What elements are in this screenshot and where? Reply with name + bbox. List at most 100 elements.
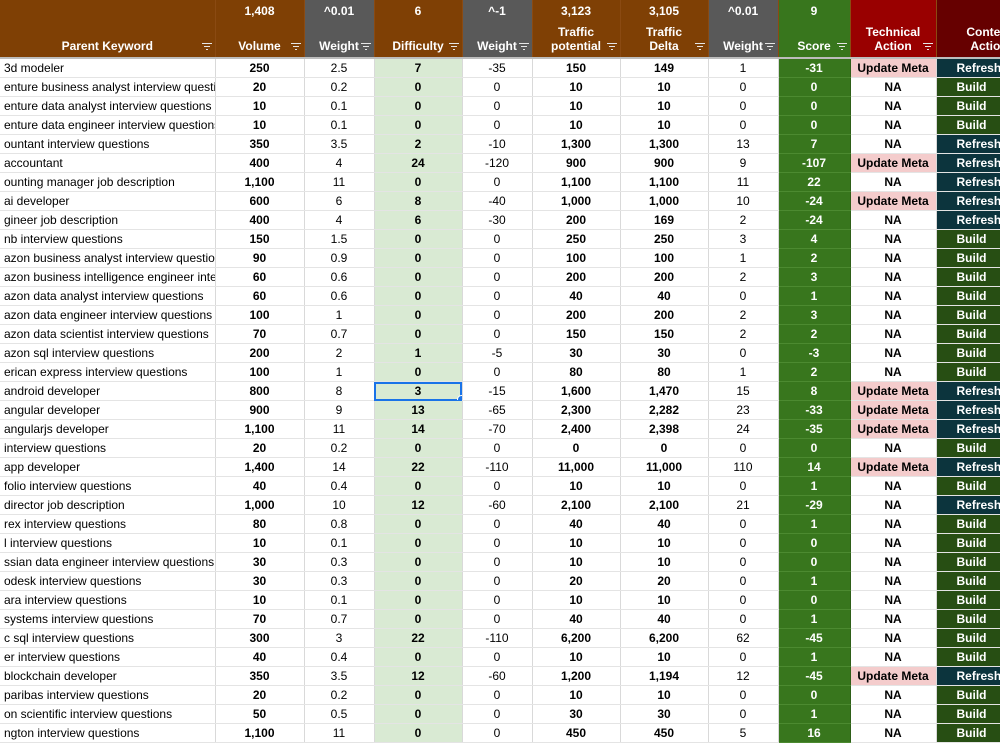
cell-content-action[interactable]: Refresh — [936, 495, 1000, 515]
cell-traffic-delta[interactable]: 10 — [620, 115, 709, 135]
cell-traffic-delta[interactable]: 30 — [620, 704, 709, 724]
cell-content-action[interactable]: Refresh — [936, 457, 1000, 477]
cell-weight[interactable]: 0 — [708, 571, 779, 591]
cell-score[interactable]: 8 — [778, 381, 851, 401]
cell-traffic-delta[interactable]: 40 — [620, 514, 709, 534]
cell-content-action[interactable]: Build — [936, 704, 1000, 724]
summary-cell[interactable]: 6 — [374, 0, 463, 21]
cell-weight[interactable]: 0 — [708, 685, 779, 705]
cell-parent-keyword[interactable]: ssian data engineer interview questions — [0, 552, 216, 572]
cell-volume[interactable]: 60 — [215, 286, 305, 306]
cell-content-action[interactable]: Refresh — [936, 191, 1000, 211]
cell-content-action[interactable]: Refresh — [936, 153, 1000, 173]
cell-difficulty[interactable]: 0 — [374, 723, 463, 743]
filter-icon[interactable] — [694, 43, 705, 51]
cell-weight[interactable]: 0 — [462, 286, 533, 306]
cell-technical-action[interactable]: Update Meta — [850, 191, 937, 211]
cell-parent-keyword[interactable]: 3d modeler — [0, 57, 216, 78]
cell-weight[interactable]: 3.5 — [304, 134, 375, 154]
cell-traffic-delta[interactable]: 450 — [620, 723, 709, 743]
cell-weight[interactable]: 11 — [304, 723, 375, 743]
column-header-score[interactable]: Score — [778, 21, 851, 58]
cell-traffic-potential[interactable]: 450 — [532, 723, 621, 743]
cell-traffic-potential[interactable]: 11,000 — [532, 457, 621, 477]
cell-weight[interactable]: 0 — [462, 172, 533, 192]
cell-weight[interactable]: 0 — [462, 324, 533, 344]
cell-weight[interactable]: 0 — [462, 438, 533, 458]
cell-weight[interactable]: 0 — [462, 96, 533, 116]
cell-weight[interactable]: 110 — [708, 457, 779, 477]
cell-weight[interactable]: 0.1 — [304, 590, 375, 610]
cell-parent-keyword[interactable]: enture business analyst interview questi… — [0, 77, 216, 97]
cell-traffic-potential[interactable]: 0 — [532, 438, 621, 458]
cell-traffic-potential[interactable]: 2,300 — [532, 400, 621, 420]
cell-parent-keyword[interactable]: director job description — [0, 495, 216, 515]
cell-traffic-potential[interactable]: 200 — [532, 210, 621, 230]
cell-parent-keyword[interactable]: ounting manager job description — [0, 172, 216, 192]
cell-content-action[interactable]: Build — [936, 77, 1000, 97]
cell-weight[interactable]: 2 — [708, 324, 779, 344]
cell-score[interactable]: 0 — [778, 438, 851, 458]
cell-difficulty[interactable]: 0 — [374, 324, 463, 344]
cell-weight[interactable]: 0 — [462, 267, 533, 287]
cell-weight[interactable]: 0 — [462, 552, 533, 572]
filter-icon[interactable] — [360, 43, 371, 51]
cell-content-action[interactable]: Build — [936, 647, 1000, 667]
cell-volume[interactable]: 40 — [215, 647, 305, 667]
cell-weight[interactable]: -10 — [462, 134, 533, 154]
cell-parent-keyword[interactable]: systems interview questions — [0, 609, 216, 629]
cell-difficulty[interactable]: 2 — [374, 134, 463, 154]
cell-weight[interactable]: 0.9 — [304, 248, 375, 268]
cell-content-action[interactable]: Build — [936, 514, 1000, 534]
cell-traffic-potential[interactable]: 1,100 — [532, 172, 621, 192]
cell-weight[interactable]: 0 — [708, 647, 779, 667]
cell-volume[interactable]: 70 — [215, 324, 305, 344]
cell-difficulty[interactable]: 0 — [374, 571, 463, 591]
cell-traffic-potential[interactable]: 40 — [532, 609, 621, 629]
cell-technical-action[interactable]: NA — [850, 324, 937, 344]
cell-score[interactable]: 22 — [778, 172, 851, 192]
cell-traffic-delta[interactable]: 6,200 — [620, 628, 709, 648]
cell-difficulty[interactable]: 0 — [374, 172, 463, 192]
cell-weight[interactable]: -120 — [462, 153, 533, 173]
cell-weight[interactable]: 1.5 — [304, 229, 375, 249]
cell-content-action[interactable]: Build — [936, 229, 1000, 249]
cell-volume[interactable]: 30 — [215, 552, 305, 572]
cell-weight[interactable]: 24 — [708, 419, 779, 439]
cell-weight[interactable]: 10 — [708, 191, 779, 211]
cell-difficulty[interactable]: 0 — [374, 552, 463, 572]
cell-score[interactable]: 3 — [778, 305, 851, 325]
cell-weight[interactable]: 0.2 — [304, 77, 375, 97]
cell-difficulty[interactable]: 24 — [374, 153, 463, 173]
cell-content-action[interactable]: Build — [936, 685, 1000, 705]
filter-icon[interactable] — [290, 43, 301, 51]
cell-traffic-potential[interactable]: 10 — [532, 685, 621, 705]
cell-difficulty[interactable]: 7 — [374, 57, 463, 78]
cell-traffic-potential[interactable]: 200 — [532, 267, 621, 287]
cell-parent-keyword[interactable]: folio interview questions — [0, 476, 216, 496]
cell-weight[interactable]: 0 — [462, 590, 533, 610]
cell-technical-action[interactable]: NA — [850, 495, 937, 515]
column-header-weight[interactable]: Weight — [462, 21, 533, 58]
cell-volume[interactable]: 50 — [215, 704, 305, 724]
cell-content-action[interactable]: Build — [936, 324, 1000, 344]
cell-weight[interactable]: 10 — [304, 495, 375, 515]
cell-parent-keyword[interactable]: ai developer — [0, 191, 216, 211]
cell-score[interactable]: -3 — [778, 343, 851, 363]
cell-traffic-potential[interactable]: 1,000 — [532, 191, 621, 211]
cell-content-action[interactable]: Build — [936, 552, 1000, 572]
cell-volume[interactable]: 200 — [215, 343, 305, 363]
cell-weight[interactable]: 1 — [304, 362, 375, 382]
cell-content-action[interactable]: Build — [936, 571, 1000, 591]
cell-weight[interactable]: 0.2 — [304, 685, 375, 705]
cell-traffic-delta[interactable]: 10 — [620, 685, 709, 705]
cell-difficulty[interactable]: 0 — [374, 609, 463, 629]
cell-difficulty[interactable]: 13 — [374, 400, 463, 420]
cell-parent-keyword[interactable]: azon data engineer interview questions — [0, 305, 216, 325]
cell-technical-action[interactable]: NA — [850, 229, 937, 249]
cell-weight[interactable]: 0 — [462, 685, 533, 705]
cell-volume[interactable]: 20 — [215, 685, 305, 705]
column-header-technical-action[interactable]: Technical Action — [850, 21, 937, 58]
cell-score[interactable]: -24 — [778, 191, 851, 211]
cell-weight[interactable]: 0 — [462, 305, 533, 325]
